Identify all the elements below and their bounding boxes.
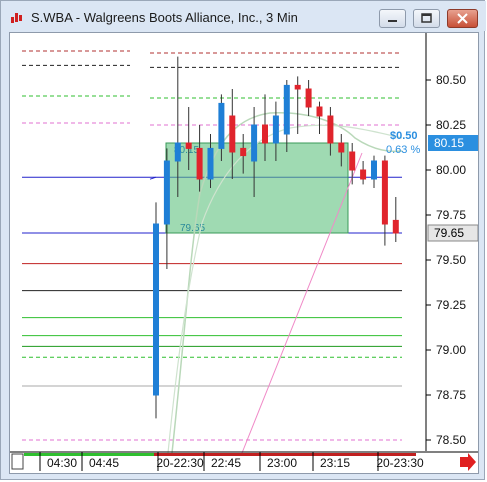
levels-layer	[22, 50, 402, 441]
maximize-icon	[421, 13, 432, 23]
candle-body	[240, 147, 247, 157]
candle-body	[272, 115, 279, 144]
candle-body	[316, 106, 323, 117]
last-price-label: 79.65	[434, 226, 464, 240]
maximize-button[interactable]	[413, 9, 440, 28]
price-tick-label: 80.00	[436, 163, 466, 177]
measure-percent-label: 0.63 %	[386, 144, 420, 156]
price-chart[interactable]: 80.15 79.65 $0.50 0.63 % 80.50 80.25 80.00 79.…	[10, 33, 478, 473]
time-tick-label: 04:45	[89, 456, 119, 470]
candle-body	[294, 84, 301, 90]
price-tick-label: 79.50	[436, 253, 466, 267]
candle-body	[327, 115, 334, 144]
axis-layer: 80.50 80.25 80.00 79.75 79.50 79.25 79.00 78.75…	[425, 33, 478, 451]
candle-body	[153, 223, 159, 396]
candle-body	[174, 142, 181, 162]
minimize-icon	[388, 20, 397, 22]
minimize-button[interactable]	[379, 9, 406, 28]
price-tick-label: 79.25	[436, 298, 466, 312]
candle-body	[218, 102, 225, 149]
time-tick-label: 20-22:30	[156, 456, 204, 470]
close-button[interactable]	[447, 9, 478, 28]
candle-body	[163, 160, 170, 225]
app-icon	[11, 13, 22, 23]
time-tick-label: 23:00	[267, 456, 297, 470]
price-tick-label: 80.25	[436, 118, 466, 132]
chart-window: S.WBA - Walgreens Boots Alliance, Inc., …	[0, 0, 486, 480]
candle-body	[371, 160, 377, 180]
candle-body	[196, 147, 203, 180]
price-tick-label: 78.75	[436, 388, 466, 402]
candle-body	[349, 151, 356, 171]
measure-change-label: $0.50	[390, 130, 418, 142]
price-tick-label: 80.50	[436, 73, 466, 87]
close-icon	[457, 13, 468, 24]
candle-body	[207, 147, 214, 180]
price-tick-label: 78.50	[436, 433, 466, 447]
time-tick-label: 23:15	[320, 456, 350, 470]
right-arrow-icon[interactable]	[460, 453, 476, 471]
time-tick-label: 22:45	[211, 456, 241, 470]
level-price-label: 80.15	[434, 136, 464, 150]
overlay-layer: 80.1579.65$0.500.63 %	[149, 112, 420, 454]
time-axis-layer: 04:30 04:45 20-22:30 22:45 23:00 23:15 20-23:3…	[10, 451, 478, 471]
time-tick-label: 04:30	[47, 456, 77, 470]
title-bar[interactable]: S.WBA - Walgreens Boots Alliance, Inc., …	[1, 1, 486, 31]
price-tick-label: 79.00	[436, 343, 466, 357]
candle-body	[251, 124, 258, 162]
candles-layer	[153, 56, 399, 419]
candle-body	[283, 84, 290, 135]
chart-area[interactable]: 80.15 79.65 $0.50 0.63 % 80.50 80.25 80.00 79.…	[9, 32, 479, 474]
candle-body	[262, 124, 268, 144]
candle-body	[185, 142, 192, 149]
candle-body	[360, 169, 367, 180]
window-title: S.WBA - Walgreens Boots Alliance, Inc., …	[31, 10, 298, 25]
candle-body	[229, 115, 236, 153]
time-axis-box	[11, 453, 24, 470]
price-tick-label: 79.75	[436, 208, 466, 222]
candle-body	[338, 142, 345, 153]
candle-body	[381, 160, 388, 225]
time-tick-label: 20-23:30	[376, 456, 424, 470]
candle-body	[392, 219, 399, 234]
candle-body	[305, 88, 312, 108]
